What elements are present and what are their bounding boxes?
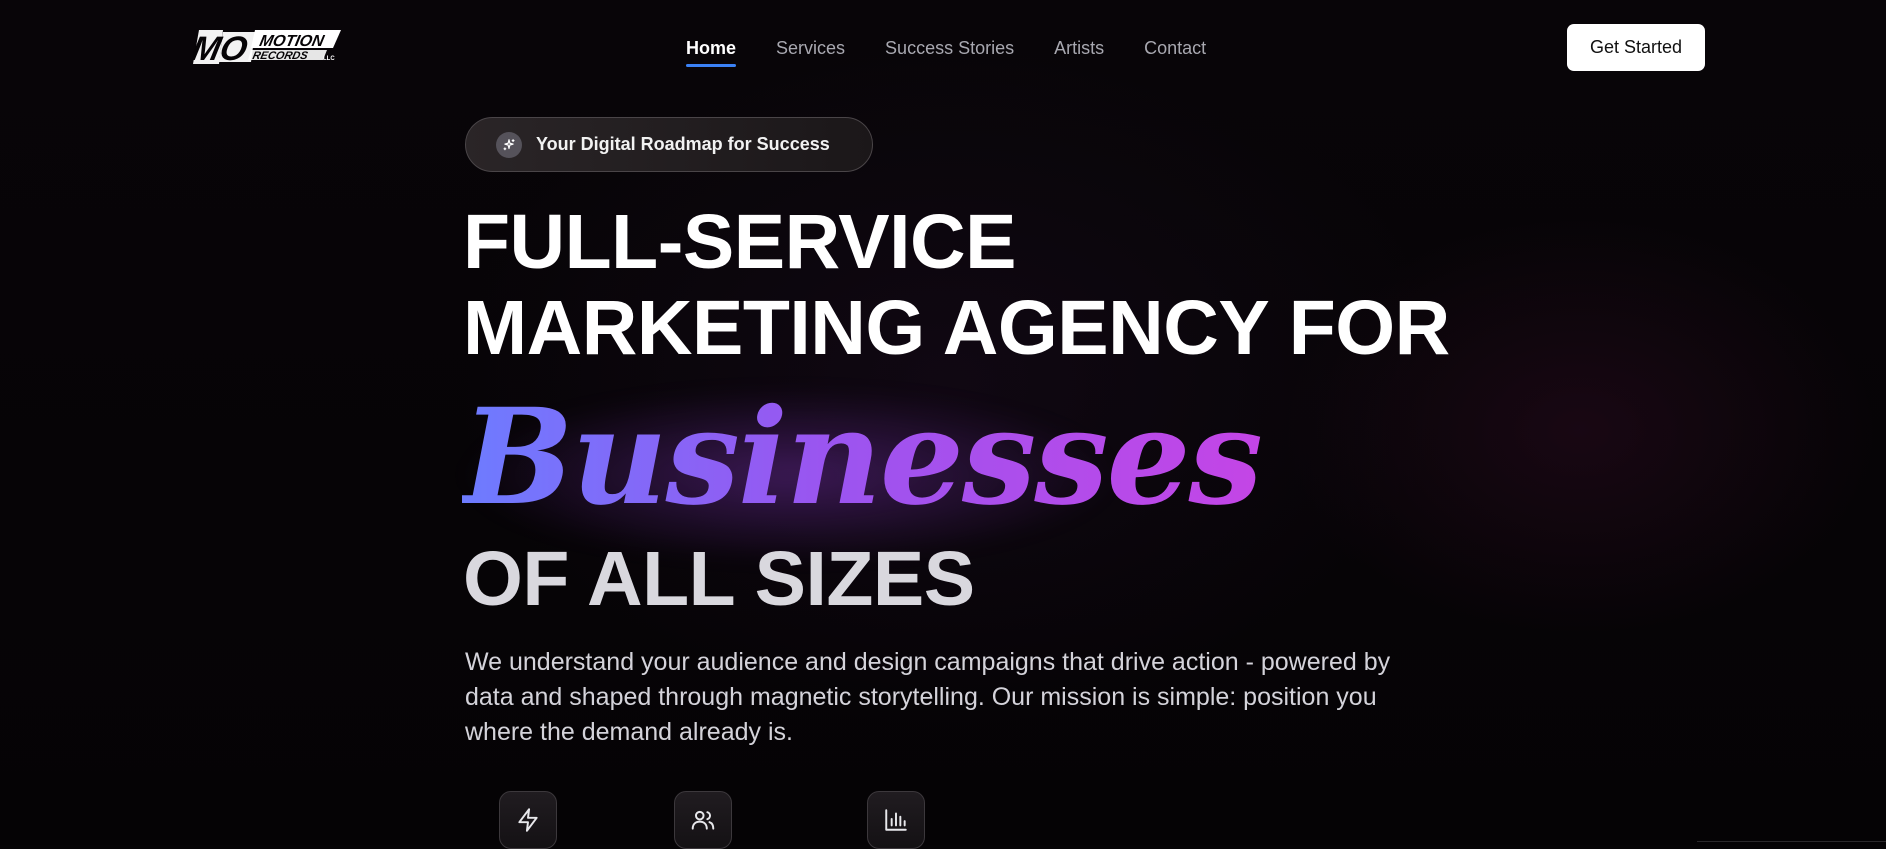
nav-home[interactable]: Home	[686, 36, 737, 67]
svg-text:RECORDS: RECORDS	[251, 50, 309, 62]
headline-line-1: FULL-SERVICE	[463, 199, 1017, 285]
hero-badge: Your Digital Roadmap for Success	[465, 117, 873, 172]
motion-records-logo[interactable]: MO MOTION RECORDS LLC	[193, 26, 341, 68]
bar-chart-icon	[867, 791, 925, 849]
badge-text: Your Digital Roadmap for Success	[536, 134, 830, 154]
lightning-icon	[499, 791, 557, 849]
nav-contact[interactable]: Contact	[1144, 36, 1206, 60]
svg-text:LLC: LLC	[323, 56, 335, 62]
svg-text:MOTION: MOTION	[258, 32, 326, 50]
get-started-button[interactable]: Get Started	[1567, 24, 1705, 71]
main-nav: Home Services Success Stories Artists Co…	[686, 36, 1206, 67]
nav-artists[interactable]: Artists	[1054, 36, 1104, 60]
headline-line-2: MARKETING AGENCY FOR	[463, 285, 1450, 371]
sparkle-icon	[496, 131, 522, 158]
svg-text:MO: MO	[193, 30, 251, 68]
headline-highlight: Businesses	[462, 378, 1263, 538]
nav-success-stories[interactable]: Success Stories	[885, 36, 1014, 60]
hero-description: We understand your audience and design c…	[465, 648, 1391, 746]
divider	[1697, 841, 1886, 842]
users-icon	[674, 791, 732, 849]
headline-line-4: OF ALL SIZES	[463, 536, 975, 622]
nav-services[interactable]: Services	[776, 36, 845, 60]
